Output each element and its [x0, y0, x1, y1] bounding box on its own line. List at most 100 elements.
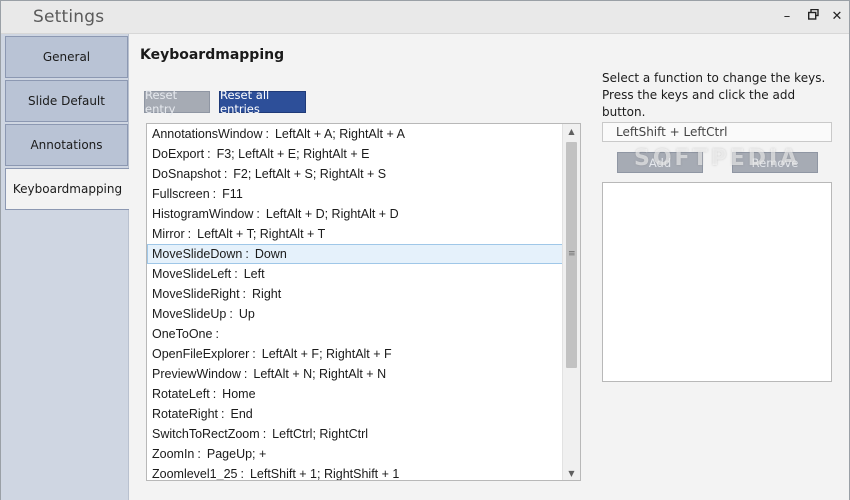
function-name: MoveSlideDown — [152, 247, 243, 261]
separator: : — [212, 187, 217, 201]
separator: : — [242, 287, 247, 301]
sidebar-item-label: Annotations — [30, 138, 103, 152]
list-item[interactable]: HistogramWindow: LeftAlt + D; RightAlt + … — [147, 204, 563, 224]
scroll-down-arrow-icon[interactable]: ▼ — [563, 466, 580, 480]
list-item[interactable]: DoExport: F3; LeftAlt + E; RightAlt + E — [147, 144, 563, 164]
window-title: Settings — [33, 7, 105, 27]
list-scrollbar[interactable]: ▲ ≡ ▼ — [562, 124, 580, 480]
function-keys: F11 — [222, 187, 243, 201]
separator: : — [265, 127, 269, 141]
sidebar-item-label: Slide Default — [28, 94, 105, 108]
separator: : — [256, 207, 260, 221]
list-item[interactable]: AnnotationsWindow: LeftAlt + A; RightAlt … — [147, 124, 563, 144]
remove-button[interactable]: Remove — [732, 152, 818, 173]
function-keys: F3; LeftAlt + E; RightAlt + E — [216, 147, 370, 161]
function-name: RotateLeft — [152, 387, 210, 401]
function-keys: F2; LeftAlt + S; RightAlt + S — [233, 167, 387, 181]
add-button[interactable]: Add — [617, 152, 703, 173]
sidebar-item-annotations[interactable]: Annotations — [5, 124, 128, 166]
function-name: Fullscreen — [152, 187, 210, 201]
function-keys: LeftCtrl; RightCtrl — [272, 427, 369, 441]
list-item[interactable]: RotateLeft: Home — [147, 384, 563, 404]
settings-window: Settings – ✕ General Slide Default Annot… — [0, 0, 850, 500]
separator: : — [229, 307, 233, 321]
minimize-button[interactable]: – — [776, 5, 798, 27]
function-name: Mirror — [152, 227, 185, 241]
sidebar-item-label: General — [42, 50, 91, 64]
separator: : — [245, 247, 249, 261]
scroll-up-arrow-icon[interactable]: ▲ — [563, 124, 580, 138]
instructions-text: Select a function to change the keys. Pr… — [602, 71, 826, 119]
separator: : — [215, 327, 219, 341]
close-icon: ✕ — [831, 8, 843, 24]
function-keys: LeftAlt + D; RightAlt + D — [265, 207, 399, 221]
function-name: DoSnapshot — [152, 167, 221, 181]
function-name: Zoomlevel1_25 — [152, 467, 238, 481]
list-item[interactable]: MoveSlideUp: Up — [147, 304, 563, 324]
restore-button[interactable] — [802, 5, 824, 27]
restore-icon — [807, 8, 819, 24]
list-item[interactable]: OpenFileExplorer: LeftAlt + F; RightAlt +… — [147, 344, 563, 364]
list-item[interactable]: SwitchToRectZoom: LeftCtrl; RightCtrl — [147, 424, 563, 444]
sidebar-item-label: Keyboardmapping — [12, 182, 123, 196]
function-keys: LeftAlt + A; RightAlt + A — [274, 127, 405, 141]
function-keys: Up — [238, 307, 255, 321]
separator: : — [252, 347, 256, 361]
scrollbar-thumb[interactable]: ≡ — [566, 142, 577, 368]
list-item[interactable]: DoSnapshot: F2; LeftAlt + S; RightAlt + S — [147, 164, 563, 184]
list-item[interactable]: Fullscreen: F11 — [147, 184, 563, 204]
function-keys: LeftAlt + T; RightAlt + T — [197, 227, 326, 241]
sidebar-item-slide-default[interactable]: Slide Default — [5, 80, 128, 122]
separator: : — [240, 467, 244, 481]
separator: : — [207, 147, 211, 161]
function-keys: LeftShift + 1; RightShift + 1 — [249, 467, 400, 481]
function-keys: End — [230, 407, 253, 421]
assigned-keys-list[interactable] — [602, 182, 832, 382]
separator: : — [221, 407, 225, 421]
list-item[interactable]: MoveSlideLeft: Left — [147, 264, 563, 284]
close-button[interactable]: ✕ — [826, 5, 848, 27]
sidebar-item-keyboardmapping[interactable]: Keyboardmapping — [5, 168, 129, 210]
separator: : — [197, 447, 201, 461]
separator: : — [212, 387, 217, 401]
list-item[interactable]: MoveSlideRight: Right — [147, 284, 563, 304]
function-name: SwitchToRectZoom — [152, 427, 260, 441]
reset-entry-button[interactable]: Reset entry — [144, 88, 210, 116]
function-keys: Right — [252, 287, 282, 301]
function-name: AnnotationsWindow — [152, 127, 263, 141]
function-name: HistogramWindow — [152, 207, 254, 221]
list-item[interactable]: MoveSlideDown: Down — [147, 244, 563, 264]
list-item[interactable]: ZoomIn: PageUp; + — [147, 444, 563, 464]
keyboardmapping-panel: Keyboardmapping Reset entry Reset all en… — [129, 34, 849, 500]
key-combination-input[interactable]: LeftShift + LeftCtrl — [602, 122, 832, 142]
separator: : — [262, 427, 267, 441]
function-keys: LeftAlt + F; RightAlt + F — [261, 347, 392, 361]
sidebar-item-general[interactable]: General — [5, 36, 128, 78]
page-title: Keyboardmapping — [140, 47, 285, 63]
function-keys: Home — [222, 387, 256, 401]
separator: : — [243, 367, 248, 381]
reset-all-entries-button[interactable]: Reset all entries — [219, 88, 306, 116]
list-item[interactable]: Mirror: LeftAlt + T; RightAlt + T — [147, 224, 563, 244]
settings-sidebar: General Slide Default Annotations Keyboa… — [1, 34, 129, 500]
function-name: RotateRight — [152, 407, 219, 421]
function-name: MoveSlideUp — [152, 307, 227, 321]
list-item[interactable]: RotateRight: End — [147, 404, 563, 424]
function-name: ZoomIn — [152, 447, 195, 461]
separator: : — [223, 167, 228, 181]
title-bar: Settings – ✕ — [1, 1, 849, 34]
function-list-rows: AnnotationsWindow: LeftAlt + A; RightAlt … — [147, 124, 563, 481]
function-name: OpenFileExplorer — [152, 347, 250, 361]
function-name: DoExport — [152, 147, 205, 161]
function-keys: PageUp; + — [206, 447, 267, 461]
function-name: MoveSlideLeft — [152, 267, 232, 281]
function-keys: Down — [254, 247, 287, 261]
function-keys: LeftAlt + N; RightAlt + N — [253, 367, 387, 381]
function-name: PreviewWindow — [152, 367, 241, 381]
list-item[interactable]: Zoomlevel1_25: LeftShift + 1; RightShift … — [147, 464, 563, 481]
list-item[interactable]: PreviewWindow: LeftAlt + N; RightAlt + N — [147, 364, 563, 384]
minimize-icon: – — [783, 8, 791, 24]
function-list[interactable]: AnnotationsWindow: LeftAlt + A; RightAlt … — [146, 123, 581, 481]
separator: : — [187, 227, 192, 241]
list-item[interactable]: OneToOne: — [147, 324, 563, 344]
